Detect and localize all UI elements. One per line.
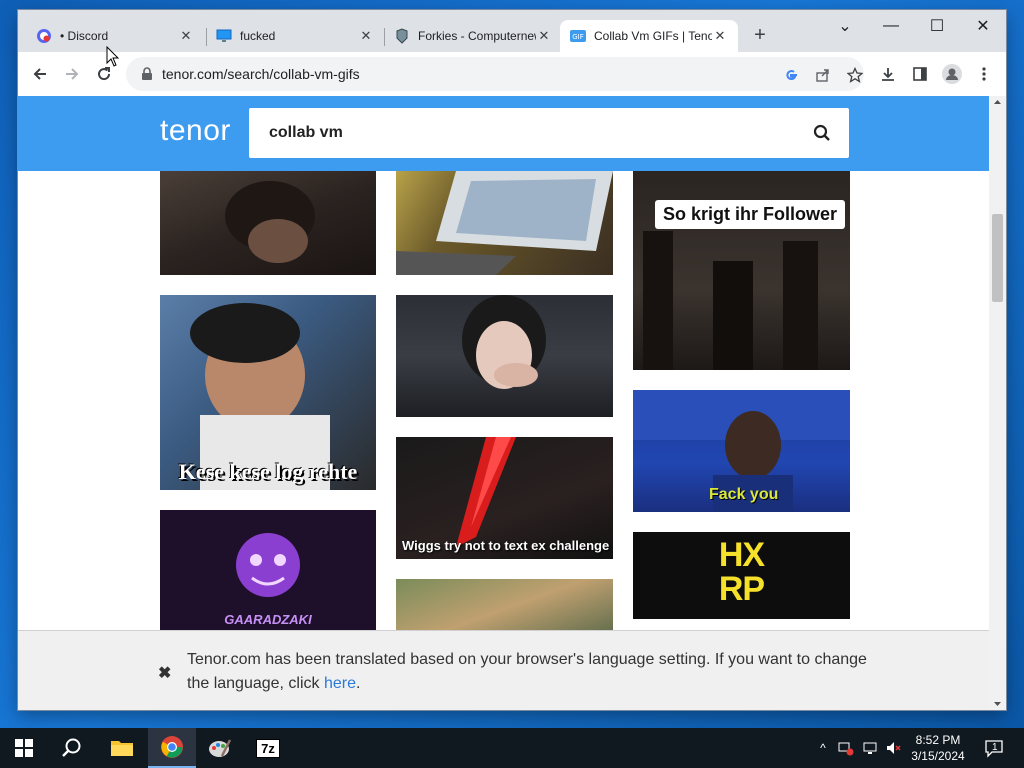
forward-button[interactable] <box>60 62 84 86</box>
monitor-icon <box>216 28 232 44</box>
tab-fucked[interactable]: fucked ✕ <box>206 20 384 52</box>
forkies-icon <box>394 28 410 44</box>
search-icon[interactable] <box>813 124 831 142</box>
scroll-up-icon[interactable] <box>989 96 1006 108</box>
windows-icon <box>15 739 33 757</box>
tab-forkies[interactable]: Forkies - Computernewb ✕ <box>384 20 562 52</box>
close-window-button[interactable]: ✕ <box>960 10 1006 42</box>
notifications-button[interactable]: 1 <box>984 738 1004 758</box>
gif-caption: GAARADZAKI <box>224 612 312 627</box>
lock-icon[interactable] <box>140 67 154 81</box>
gif-tile[interactable]: Wiggs try not to text ex challenge <box>396 437 613 559</box>
change-language-link[interactable]: here <box>324 675 356 692</box>
search-input[interactable]: collab vm <box>249 108 849 158</box>
gif-tile[interactable] <box>396 171 613 275</box>
discord-icon <box>36 28 52 44</box>
paint-palette-icon <box>209 739 232 757</box>
gif-icon: GIF <box>570 28 586 44</box>
system-clock[interactable]: 8:52 PM 3/15/2024 <box>906 732 970 764</box>
chrome-icon <box>161 736 183 758</box>
banner-text: Tenor.com has been translated based on y… <box>187 651 867 692</box>
tab-title: Forkies - Computernewb <box>418 29 536 43</box>
banner-message: Tenor.com has been translated based on y… <box>187 648 887 696</box>
chrome-menu-icon[interactable] <box>974 64 994 84</box>
seven-zip-icon: 7z <box>256 738 280 758</box>
folder-icon <box>111 741 133 756</box>
search-icon <box>62 738 81 757</box>
bookmark-star-icon[interactable] <box>846 66 864 84</box>
tab-strip: • Discord ✕ fucked ✕ Forkies - Computern… <box>18 10 1006 52</box>
svg-text:GIF: GIF <box>572 33 584 41</box>
search-query: collab vm <box>269 124 343 141</box>
network-warning-icon[interactable] <box>838 740 854 756</box>
chrome-window: • Discord ✕ fucked ✕ Forkies - Computern… <box>18 10 1006 710</box>
close-tab-icon[interactable]: ✕ <box>358 28 374 44</box>
network-icon[interactable] <box>862 740 878 756</box>
gif-caption: Wiggs try not to text ex challenge <box>402 538 610 553</box>
tab-title: fucked <box>240 29 276 43</box>
gif-caption: Fack you <box>709 486 779 503</box>
clock-time: 8:52 PM <box>915 733 961 747</box>
page-viewport: So krigt ihr Follower Kese kese log reht… <box>18 96 989 710</box>
tab-title: Collab Vm GIFs | Tenor <box>594 29 712 43</box>
scrollbar-thumb[interactable] <box>992 214 1003 302</box>
search-taskbar-button[interactable] <box>48 728 96 768</box>
gif-tile[interactable]: Fack you <box>633 390 850 512</box>
gif-caption: Kese kese log rehte <box>178 459 358 484</box>
dismiss-banner-icon[interactable]: ✖ <box>158 663 171 683</box>
close-tab-icon[interactable]: ✕ <box>712 28 728 44</box>
minimize-button[interactable]: — <box>868 10 914 42</box>
url-text: tenor.com/search/collab-vm-gifs <box>162 66 360 82</box>
address-bar[interactable]: tenor.com/search/collab-vm-gifs <box>126 57 864 91</box>
tab-title: • Discord <box>60 29 109 43</box>
chrome-taskbar-button[interactable] <box>148 728 196 768</box>
taskbar: 7z ^ 8:52 PM 3/15/2024 1 <box>0 728 1024 768</box>
close-tab-icon[interactable]: ✕ <box>178 28 194 44</box>
start-button[interactable] <box>0 728 48 768</box>
gif-tile[interactable]: Kese kese log rehte <box>160 295 376 490</box>
tenor-header: tenor collab vm <box>18 96 989 171</box>
gif-tile[interactable] <box>396 295 613 417</box>
gif-caption: HX RP <box>718 536 765 608</box>
page-scrollbar[interactable] <box>989 96 1006 710</box>
tenor-logo[interactable]: tenor <box>160 114 231 148</box>
profile-avatar-icon[interactable] <box>942 64 962 84</box>
browser-toolbar: tenor.com/search/collab-vm-gifs <box>18 52 1006 97</box>
clock-date: 3/15/2024 <box>911 749 965 763</box>
mouse-cursor-icon <box>106 46 120 67</box>
paint-taskbar-button[interactable] <box>196 728 244 768</box>
banner-suffix: . <box>356 675 361 692</box>
gif-tile[interactable]: So krigt ihr Follower <box>633 171 850 370</box>
download-icon[interactable] <box>878 64 898 84</box>
close-tab-icon[interactable]: ✕ <box>536 28 552 44</box>
gif-tile[interactable]: GAARADZAKI <box>160 510 376 630</box>
tab-tenor[interactable]: GIF Collab Vm GIFs | Tenor ✕ <box>560 20 738 52</box>
share-icon[interactable] <box>814 66 832 84</box>
back-button[interactable] <box>28 62 52 86</box>
google-icon[interactable] <box>782 66 800 84</box>
translation-banner: ✖ Tenor.com has been translated based on… <box>18 630 989 710</box>
side-panel-icon[interactable] <box>910 64 930 84</box>
maximize-button[interactable]: ☐ <box>914 10 960 42</box>
notification-count: 1 <box>992 742 998 753</box>
scroll-down-icon[interactable] <box>989 698 1006 710</box>
tab-search-icon[interactable]: ⌄ <box>822 10 868 42</box>
volume-muted-icon[interactable] <box>885 740 901 756</box>
gif-caption: So krigt ihr Follower <box>655 200 846 229</box>
gif-tile[interactable]: HX RP <box>633 532 850 619</box>
gif-tile[interactable] <box>160 171 376 275</box>
chevron-up-icon[interactable]: ^ <box>815 740 831 756</box>
file-explorer-button[interactable] <box>98 728 146 768</box>
new-tab-button[interactable]: + <box>748 24 772 48</box>
seven-zip-taskbar-button[interactable]: 7z <box>244 728 292 768</box>
